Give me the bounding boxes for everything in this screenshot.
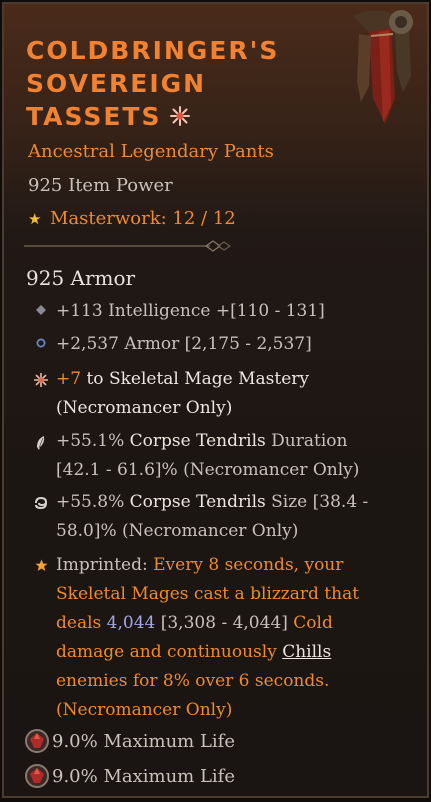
affix-range: 58.0]% (Necromancer Only) <box>56 521 299 541</box>
item-name-line-2: SOVEREIGN <box>26 69 207 98</box>
imprint-damage-range: [3,308 - 4,044] <box>160 613 288 633</box>
affix-text: Size [38.4 - <box>271 492 369 512</box>
affix-text: to Skeletal Mage Mastery <box>86 369 310 389</box>
socket-stat: 9.0% Maximum Life <box>24 728 235 754</box>
feather-icon <box>37 436 45 450</box>
ruby-gem-icon <box>25 729 49 753</box>
imprint-text-3b: Cold <box>293 613 333 633</box>
star-icon <box>35 559 47 571</box>
item-type: Ancestral Legendary Pants <box>28 141 274 162</box>
affix-text: Duration <box>271 431 348 451</box>
imprint-damage-value: 4,044 <box>106 613 156 633</box>
item-tooltip: COLDBRINGER'S SOVEREIGN TASSETS Ancestra… <box>2 2 429 798</box>
ruby-gem-icon <box>25 764 49 788</box>
item-name-line-3: TASSETS <box>26 100 346 133</box>
imprint-text-6: (Necromancer Only) <box>56 700 233 720</box>
item-name: COLDBRINGER'S SOVEREIGN TASSETS <box>26 34 346 133</box>
diamond-icon <box>36 305 46 315</box>
affix-text: +113 Intelligence +[110 - 131] <box>56 301 325 321</box>
affix-restriction: (Necromancer Only) <box>56 398 233 418</box>
socket-stat: 9.0% Maximum Life <box>24 763 235 789</box>
skill-name: Corpse Tendrils <box>129 492 266 512</box>
affix-intelligence: +113 Intelligence +[110 - 131] <box>26 297 406 326</box>
swirl-icon <box>35 496 48 510</box>
affix-range: [42.1 - 61.6]% (Necromancer Only) <box>56 460 360 480</box>
imprint-text-5: enemies for 8% over 6 seconds. <box>56 671 330 691</box>
affix-corpse-tendrils-duration: +55.1% Corpse Tendrils Duration [42.1 - … <box>26 427 406 485</box>
armor-value: 925 Armor <box>26 266 136 290</box>
section-divider <box>24 240 232 252</box>
imprint-label: Imprinted: <box>56 555 148 575</box>
affix-value: +55.8% <box>56 492 125 512</box>
affix-skeletal-mage-mastery: +7 to Skeletal Mage Mastery (Necromancer… <box>26 365 406 423</box>
item-name-line-3-text: TASSETS <box>26 102 162 131</box>
star-icon: ★ <box>28 210 42 228</box>
circle-icon <box>36 338 46 348</box>
skill-name: Corpse Tendrils <box>129 431 266 451</box>
imprint-text-1: Every 8 seconds, your <box>153 555 344 575</box>
imprinted-aspect: Imprinted: Every 8 seconds, your Skeleta… <box>26 551 406 725</box>
masterwork-text: Masterwork: 12 / 12 <box>50 208 236 229</box>
item-name-line-1: COLDBRINGER'S <box>26 36 280 65</box>
affix-armor: +2,537 Armor [2,175 - 2,537] <box>26 330 406 359</box>
chills-keyword-link[interactable]: Chills <box>282 642 331 662</box>
legendary-snowflake-icon <box>170 106 191 126</box>
masterwork-rank: ★ Masterwork: 12 / 12 <box>28 208 236 229</box>
imprint-text-3: deals <box>56 613 102 633</box>
imprint-text-4: damage and continuously <box>56 642 277 662</box>
affix-value: +55.1% <box>56 431 125 451</box>
affix-text: +2,537 Armor [2,175 - 2,537] <box>56 334 312 354</box>
imprint-text-2: Skeletal Mages cast a blizzard that <box>56 584 360 604</box>
socket-stat-text: 9.0% Maximum Life <box>52 765 235 787</box>
socket-stat-text: 9.0% Maximum Life <box>52 730 235 752</box>
tooltip-header: COLDBRINGER'S SOVEREIGN TASSETS Ancestra… <box>4 4 427 232</box>
starburst-icon <box>34 373 48 387</box>
affix-value: +7 <box>56 369 82 389</box>
affix-corpse-tendrils-size: +55.8% Corpse Tendrils Size [38.4 - 58.0… <box>26 488 406 546</box>
tassets-item-art <box>353 10 413 124</box>
item-power: 925 Item Power <box>28 175 173 196</box>
